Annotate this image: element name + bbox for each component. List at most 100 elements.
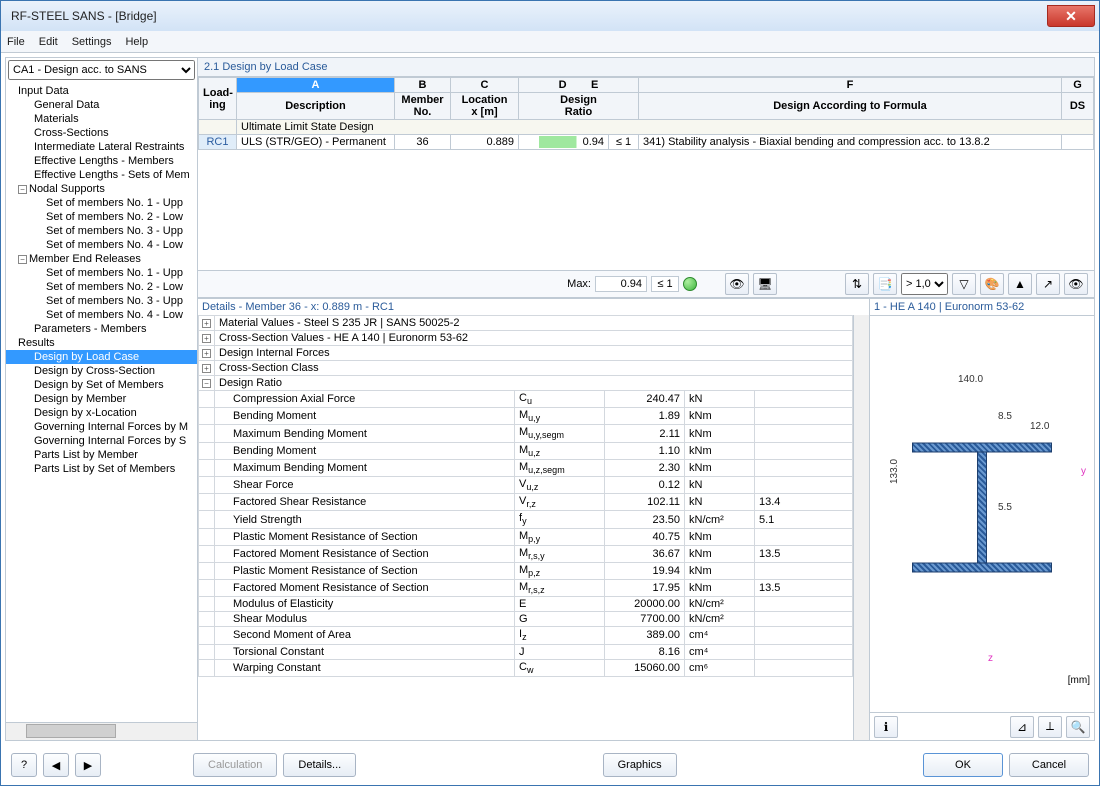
tree-gov-m[interactable]: Governing Internal Forces by M <box>6 420 197 434</box>
details-row[interactable]: Factored Moment Resistance of SectionMr,… <box>199 545 853 562</box>
details-row[interactable]: Shear ModulusG7700.00kN/cm² <box>199 612 853 627</box>
ok-button[interactable]: OK <box>923 753 1003 777</box>
tree-me-1[interactable]: Set of members No. 1 - Upp <box>6 266 197 280</box>
col-formula[interactable]: Design According to Formula <box>639 93 1062 120</box>
body-area: CA1 - Design acc. to SANS Input Data Gen… <box>5 57 1095 741</box>
details-group-open[interactable]: −Design Ratio <box>199 376 853 391</box>
goto-icon[interactable]: ↗ <box>1036 273 1060 295</box>
col-loading[interactable]: Load- ing <box>199 78 237 120</box>
details-row[interactable]: Factored Shear ResistanceVr,z102.11kN13.… <box>199 494 853 511</box>
tree-parts-set[interactable]: Parts List by Set of Members <box>6 462 197 476</box>
tree-parts-member[interactable]: Parts List by Member <box>6 448 197 462</box>
tree-design-loadcase[interactable]: Design by Load Case <box>6 350 197 364</box>
expand-icon: + <box>202 319 211 328</box>
col-location[interactable]: Location x [m] <box>451 93 519 120</box>
details-row[interactable]: Modulus of ElasticityE20000.00kN/cm² <box>199 597 853 612</box>
view-3d-icon[interactable]: 👁 <box>725 273 749 295</box>
col-member-no[interactable]: Member No. <box>395 93 451 120</box>
tree-cross-sections[interactable]: Cross-Sections <box>6 126 197 140</box>
tree-ns-2[interactable]: Set of members No. 2 - Low <box>6 210 197 224</box>
details-row[interactable]: Maximum Bending MomentMu,z,segm2.30kNm <box>199 459 853 476</box>
tree-nodal-supports[interactable]: −Nodal Supports <box>6 182 197 196</box>
details-row[interactable]: Bending MomentMu,z1.10kNm <box>199 442 853 459</box>
details-group-row[interactable]: +Cross-Section Class <box>199 361 853 376</box>
collapse-icon[interactable]: − <box>18 255 27 264</box>
palette-icon[interactable]: 🎨 <box>980 273 1004 295</box>
details-row[interactable]: Bending MomentMu,y1.89kNm <box>199 408 853 425</box>
tree-design-crosssection[interactable]: Design by Cross-Section <box>6 364 197 378</box>
tree-eff-sets[interactable]: Effective Lengths - Sets of Mem <box>6 168 197 182</box>
tree-ns-1[interactable]: Set of members No. 1 - Upp <box>6 196 197 210</box>
tree-me-3[interactable]: Set of members No. 3 - Upp <box>6 294 197 308</box>
details-row[interactable]: Torsional ConstantJ8.16cm⁴ <box>199 644 853 659</box>
info-icon[interactable]: ℹ <box>874 716 898 738</box>
menu-help[interactable]: Help <box>125 36 148 48</box>
tree-design-xloc[interactable]: Design by x-Location <box>6 406 197 420</box>
sort-icon[interactable]: ⇅ <box>845 273 869 295</box>
col-a[interactable]: A <box>237 78 395 93</box>
next-icon[interactable]: ▶ <box>75 753 101 777</box>
tree-results[interactable]: Results <box>6 336 197 350</box>
close-button[interactable]: ✕ <box>1047 5 1095 27</box>
dims-icon[interactable]: ⟂ <box>1038 716 1062 738</box>
menu-file[interactable]: File <box>7 36 25 48</box>
col-c[interactable]: C <box>451 78 519 93</box>
col-g[interactable]: G <box>1062 78 1094 93</box>
col-b[interactable]: B <box>395 78 451 93</box>
details-title: Details - Member 36 - x: 0.889 m - RC1 <box>198 299 869 315</box>
tree-ns-4[interactable]: Set of members No. 4 - Low <box>6 238 197 252</box>
eye-icon[interactable]: 👁 <box>1064 273 1088 295</box>
graphics-button[interactable]: Graphics <box>603 753 677 777</box>
lower-area: Details - Member 36 - x: 0.889 m - RC1 +… <box>198 299 1094 740</box>
tree-design-set[interactable]: Design by Set of Members <box>6 378 197 392</box>
details-button[interactable]: Details... <box>283 753 356 777</box>
axes-icon[interactable]: ⊿ <box>1010 716 1034 738</box>
details-row[interactable]: Yield Strengthfy23.50kN/cm²5.1 <box>199 511 853 528</box>
calculation-button[interactable]: Calculation <box>193 753 277 777</box>
help-icon[interactable]: ? <box>11 753 37 777</box>
menu-edit[interactable]: Edit <box>39 36 58 48</box>
tree-gov-s[interactable]: Governing Internal Forces by S <box>6 434 197 448</box>
details-row[interactable]: Second Moment of AreaIz389.00cm⁴ <box>199 627 853 644</box>
collapse-icon[interactable]: − <box>18 185 27 194</box>
details-row[interactable]: Plastic Moment Resistance of SectionMp,y… <box>199 528 853 545</box>
details-row[interactable]: Plastic Moment Resistance of SectionMp,z… <box>199 562 853 579</box>
tree-member-end[interactable]: −Member End Releases <box>6 252 197 266</box>
details-group-row[interactable]: +Material Values - Steel S 235 JR | SANS… <box>199 316 853 331</box>
member-icon[interactable]: ▲ <box>1008 273 1032 295</box>
col-design[interactable]: Design Ratio <box>519 93 639 120</box>
tree-intermediate[interactable]: Intermediate Lateral Restraints <box>6 140 197 154</box>
details-group-row[interactable]: +Design Internal Forces <box>199 346 853 361</box>
details-row[interactable]: Warping ConstantCw15060.00cm⁶ <box>199 659 853 676</box>
tree-parameters[interactable]: Parameters - Members <box>6 322 197 336</box>
col-ds[interactable]: DS <box>1062 93 1094 120</box>
prev-icon[interactable]: ◀ <box>43 753 69 777</box>
details-group-row[interactable]: +Cross-Section Values - HE A 140 | Euron… <box>199 331 853 346</box>
col-description[interactable]: Description <box>237 93 395 120</box>
view-render-icon[interactable]: 🖥 <box>753 273 777 295</box>
tree-general-data[interactable]: General Data <box>6 98 197 112</box>
tree-input-data[interactable]: Input Data <box>6 84 197 98</box>
tree-design-member[interactable]: Design by Member <box>6 392 197 406</box>
details-row[interactable]: Factored Moment Resistance of SectionMr,… <box>199 580 853 597</box>
zoom-icon[interactable]: 🔍 <box>1066 716 1090 738</box>
details-vscroll[interactable] <box>853 315 869 740</box>
tree-materials[interactable]: Materials <box>6 112 197 126</box>
menu-settings[interactable]: Settings <box>72 36 112 48</box>
case-selector[interactable]: CA1 - Design acc. to SANS <box>8 60 195 80</box>
tree-me-2[interactable]: Set of members No. 2 - Low <box>6 280 197 294</box>
details-row[interactable]: Shear ForceVu,z0.12kN <box>199 477 853 494</box>
col-f[interactable]: F <box>639 78 1062 93</box>
details-row[interactable]: Maximum Bending MomentMu,y,segm2.11kNm <box>199 425 853 442</box>
tree-hscroll[interactable] <box>6 722 197 740</box>
tree-ns-3[interactable]: Set of members No. 3 - Upp <box>6 224 197 238</box>
cancel-button[interactable]: Cancel <box>1009 753 1089 777</box>
details-row[interactable]: Compression Axial ForceCu240.47kN <box>199 391 853 408</box>
tree-eff-members[interactable]: Effective Lengths - Members <box>6 154 197 168</box>
filter-select[interactable]: > 1,0 <box>901 273 948 295</box>
col-d[interactable]: D E <box>519 78 639 93</box>
options-icon[interactable]: 📑 <box>873 273 897 295</box>
filter-icon[interactable]: ▽ <box>952 273 976 295</box>
tree-me-4[interactable]: Set of members No. 4 - Low <box>6 308 197 322</box>
grid-row-rc1[interactable]: RC1 ULS (STR/GEO) - Permanent 36 0.889 0… <box>199 135 1094 150</box>
